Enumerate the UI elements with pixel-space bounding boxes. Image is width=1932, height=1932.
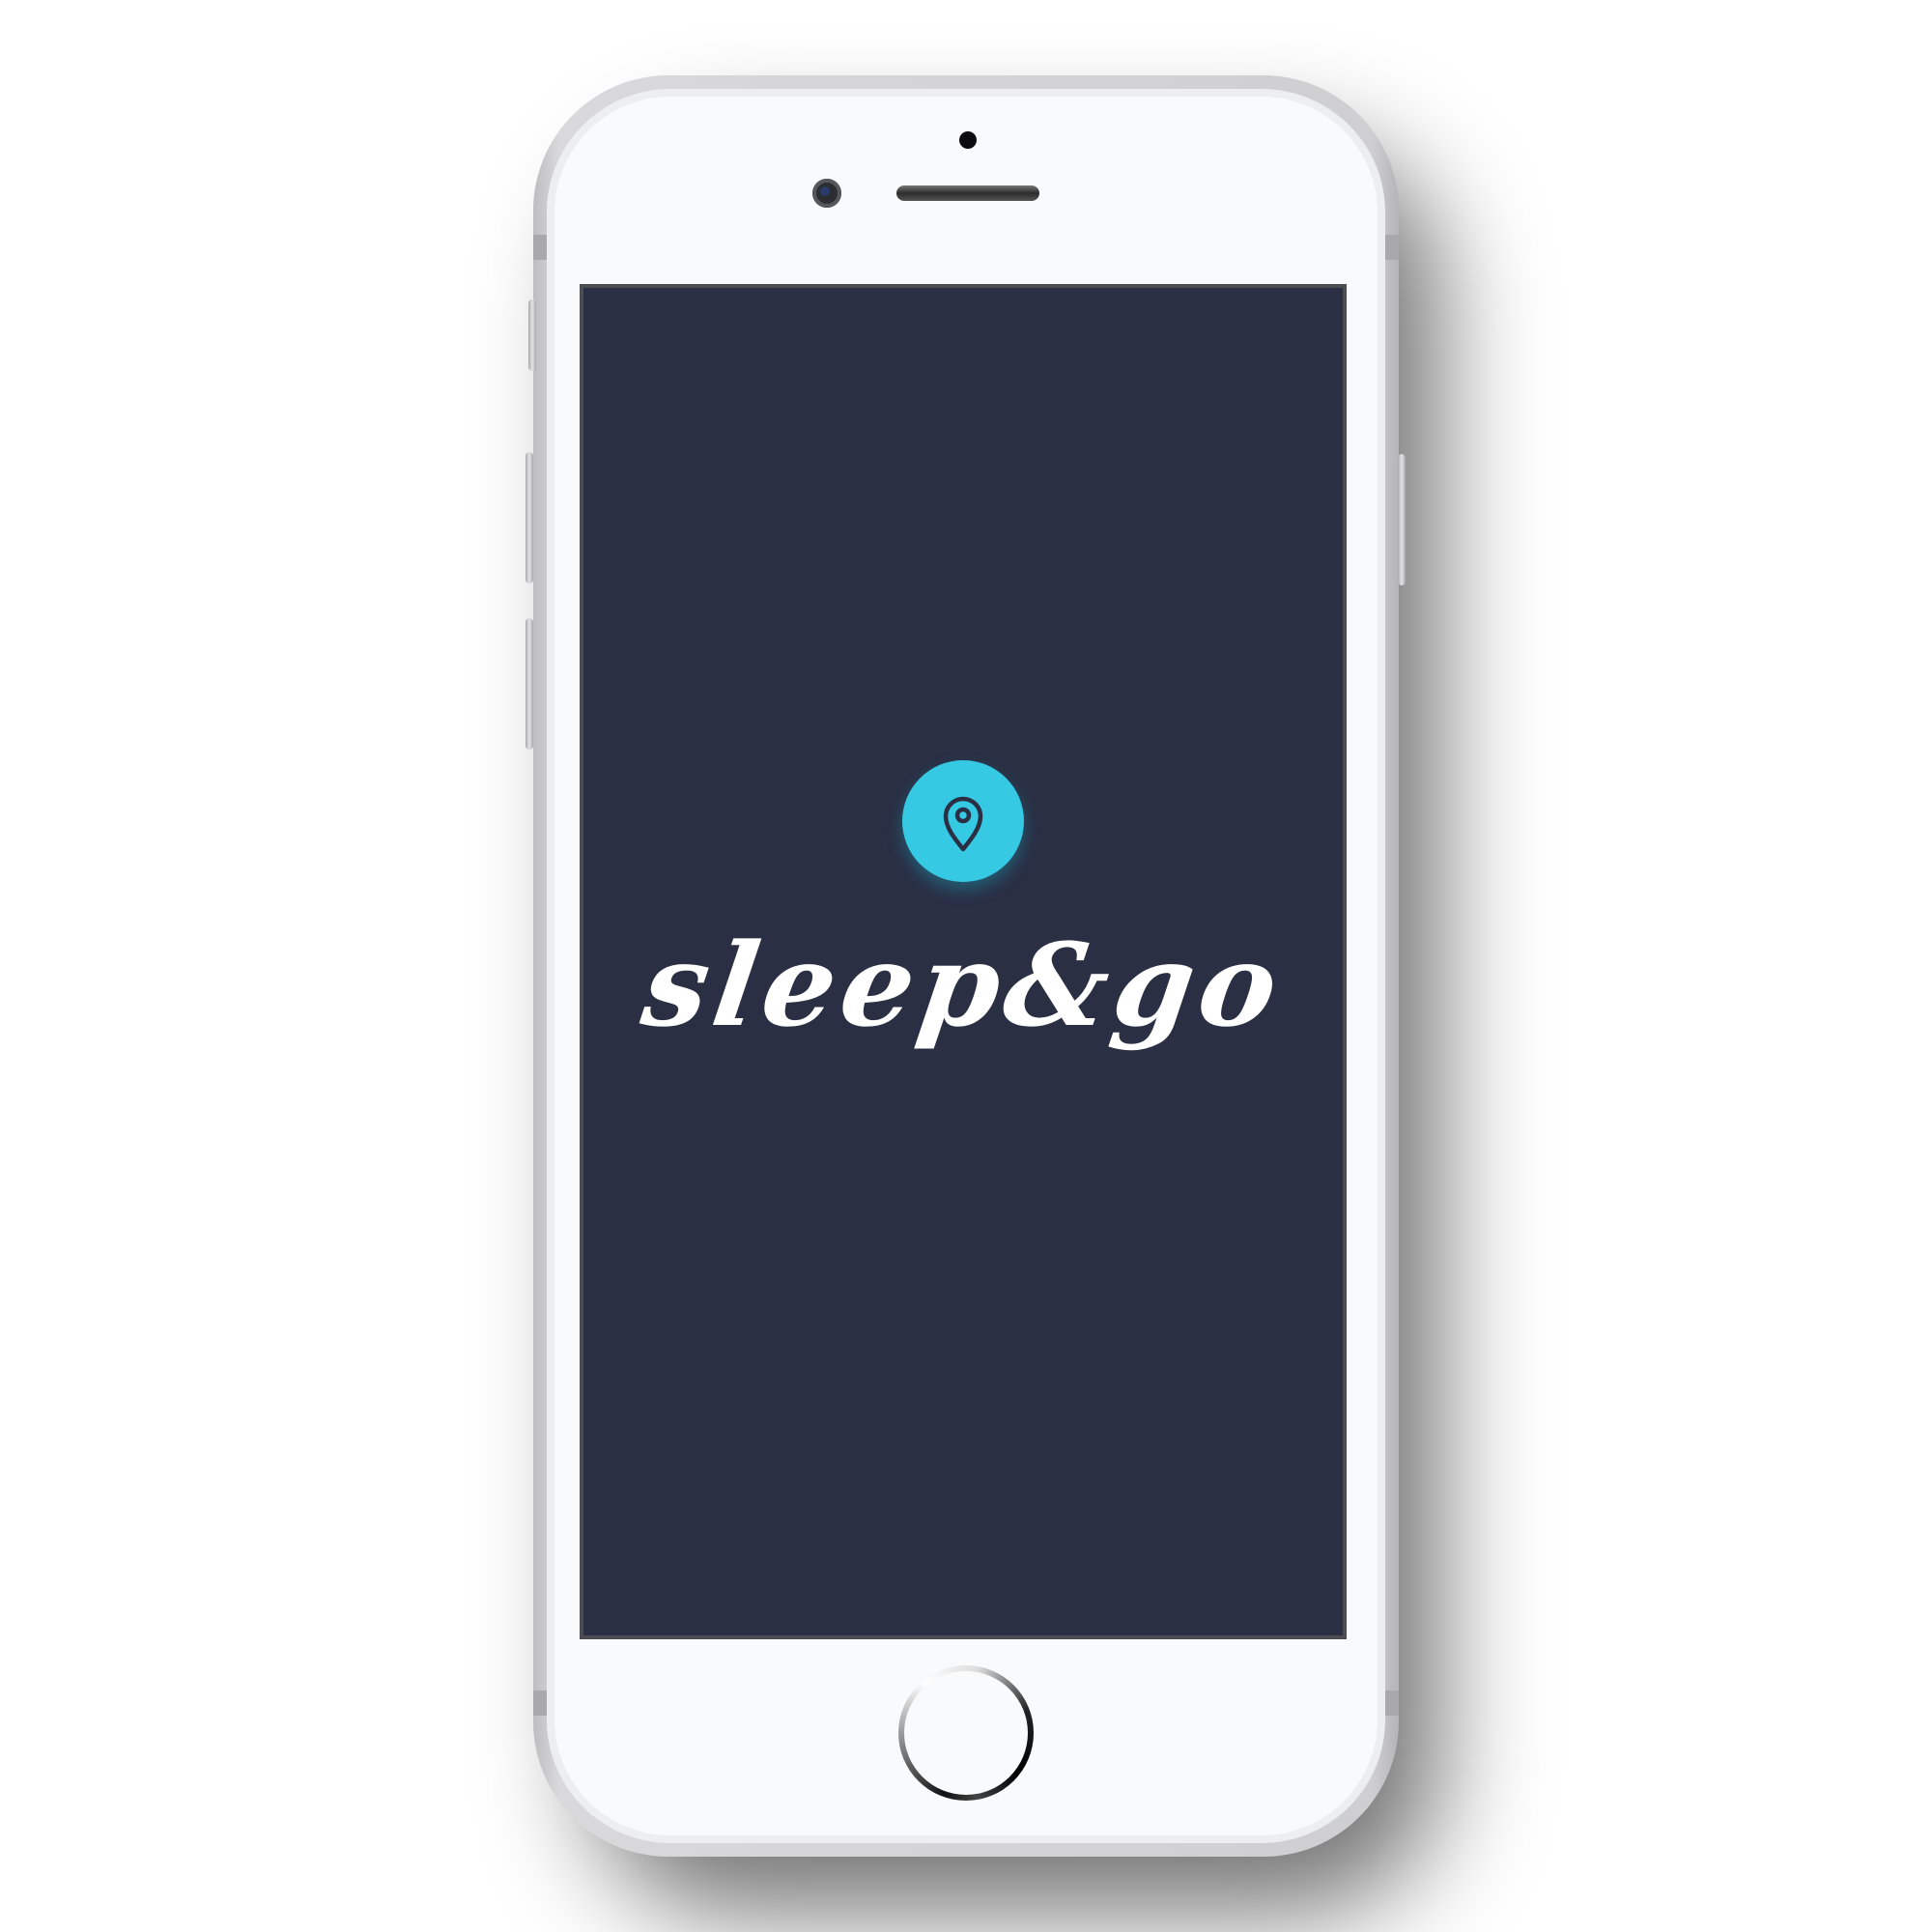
map-pin-icon	[943, 796, 983, 852]
antenna-band	[1385, 235, 1399, 260]
antenna-band	[533, 235, 547, 260]
front-camera	[812, 179, 841, 208]
power-button[interactable]	[1398, 454, 1406, 585]
mute-switch[interactable]	[528, 299, 536, 371]
volume-down-button[interactable]	[526, 618, 533, 750]
home-button-face	[904, 1671, 1028, 1795]
proximity-sensor	[959, 131, 977, 149]
antenna-band	[533, 1690, 547, 1716]
app-wordmark: sleep&go	[635, 918, 1292, 1052]
earpiece-speaker	[896, 185, 1039, 201]
mockup-stage: sleep&go	[0, 0, 1932, 1932]
antenna-band	[1385, 1690, 1399, 1716]
volume-up-button[interactable]	[526, 452, 533, 583]
app-logo-badge	[902, 760, 1024, 882]
home-button[interactable]	[898, 1665, 1034, 1801]
